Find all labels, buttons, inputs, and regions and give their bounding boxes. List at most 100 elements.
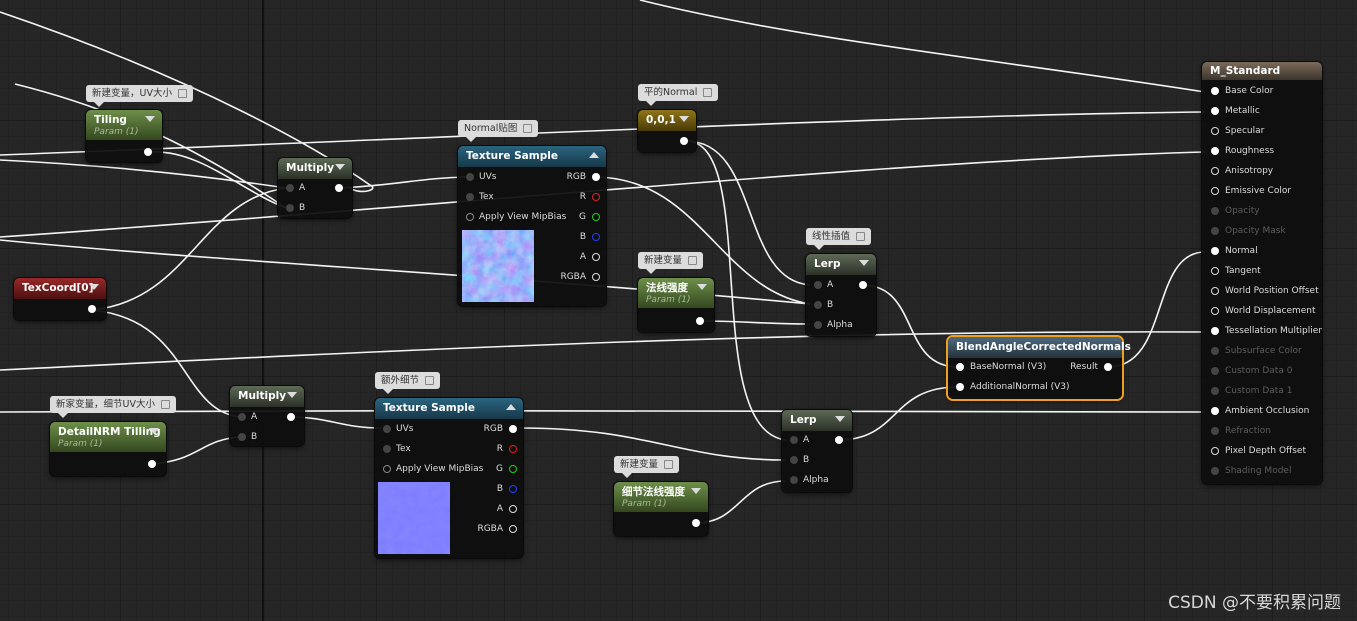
input-pin-b[interactable]	[286, 204, 294, 212]
input-pin[interactable]	[383, 445, 391, 453]
node-multiply[interactable]: Multiply A B	[230, 386, 304, 446]
node-header[interactable]: Lerp	[782, 410, 852, 431]
output-pin-g[interactable]	[509, 465, 517, 473]
output-pin[interactable]	[680, 137, 688, 145]
input-pin[interactable]	[466, 193, 474, 201]
node-header[interactable]: 法线强度 Param (1)	[638, 278, 714, 308]
material-input-pin[interactable]	[1211, 367, 1219, 375]
material-input-pin[interactable]	[1211, 447, 1219, 455]
input-pin-a[interactable]	[238, 413, 246, 421]
input-pin-base-normal[interactable]	[956, 363, 964, 371]
material-input-pin[interactable]	[1211, 387, 1219, 395]
collapse-arrow-icon[interactable]	[589, 152, 599, 158]
node-lerp[interactable]: Lerp A B Alpha	[806, 254, 876, 336]
node-multiply[interactable]: Multiply A B	[278, 158, 352, 218]
output-pin-b[interactable]	[509, 485, 517, 493]
collapse-arrow-icon[interactable]	[506, 404, 516, 410]
output-pin[interactable]	[148, 460, 156, 468]
collapse-arrow-icon[interactable]	[89, 284, 99, 290]
collapse-arrow-icon[interactable]	[335, 164, 345, 170]
output-pin-rgb[interactable]	[592, 173, 600, 181]
node-header[interactable]: TexCoord[0]	[14, 278, 106, 299]
input-pin-alpha[interactable]	[790, 476, 798, 484]
output-pin-r[interactable]	[592, 193, 600, 201]
input-pin[interactable]	[466, 173, 474, 181]
collapse-arrow-icon[interactable]	[697, 284, 707, 290]
pin-icon[interactable]	[856, 232, 866, 241]
input-pin-alpha[interactable]	[814, 321, 822, 329]
output-pin[interactable]	[696, 317, 704, 325]
collapse-arrow-icon[interactable]	[149, 428, 159, 434]
output-pin-rgba[interactable]	[592, 273, 600, 281]
node-header[interactable]: Texture Sample	[375, 398, 523, 419]
output-pin-g[interactable]	[592, 213, 600, 221]
output-pin[interactable]	[692, 519, 700, 527]
input-pin-additional-normal[interactable]	[956, 383, 964, 391]
output-pin[interactable]	[287, 413, 295, 421]
material-input-pin[interactable]	[1211, 327, 1219, 335]
output-pin-result[interactable]	[1104, 363, 1112, 371]
pin-icon[interactable]	[177, 89, 187, 98]
node-header[interactable]: 0,0,1	[638, 110, 696, 131]
material-input-pin[interactable]	[1211, 467, 1219, 475]
output-pin[interactable]	[835, 436, 843, 444]
material-input-pin[interactable]	[1211, 147, 1219, 155]
input-pin[interactable]	[383, 425, 391, 433]
material-input-pin[interactable]	[1211, 227, 1219, 235]
input-pin-b[interactable]	[814, 301, 822, 309]
collapse-arrow-icon[interactable]	[691, 488, 701, 494]
input-pin-b[interactable]	[238, 433, 246, 441]
input-pin-a[interactable]	[814, 281, 822, 289]
node-header[interactable]: Texture Sample	[458, 146, 606, 167]
collapse-arrow-icon[interactable]	[679, 116, 689, 122]
material-input-pin[interactable]	[1211, 167, 1219, 175]
node-header[interactable]: Lerp	[806, 254, 876, 275]
node-header[interactable]: M_Standard	[1202, 62, 1322, 80]
output-pin-a[interactable]	[509, 505, 517, 513]
node-header[interactable]: DetailNRM Tilling Param (1)	[50, 422, 166, 452]
pin-icon[interactable]	[523, 124, 533, 133]
node-material-output[interactable]: M_Standard Base Color Metallic Specular Rou…	[1202, 62, 1322, 484]
node-header[interactable]: 细节法线强度 Param (1)	[614, 482, 708, 512]
pin-icon[interactable]	[160, 400, 170, 409]
material-input-pin[interactable]	[1211, 207, 1219, 215]
input-pin-a[interactable]	[286, 184, 294, 192]
input-pin-a[interactable]	[790, 436, 798, 444]
collapse-arrow-icon[interactable]	[859, 260, 869, 266]
output-pin-a[interactable]	[592, 253, 600, 261]
input-pin-b[interactable]	[790, 456, 798, 464]
collapse-arrow-icon[interactable]	[835, 416, 845, 422]
output-pin[interactable]	[859, 281, 867, 289]
node-texture-sample[interactable]: Texture Sample UVs Tex Apply View MipBia…	[375, 398, 523, 558]
node-texcoord[interactable]: TexCoord[0]	[14, 278, 106, 320]
node-detail-normal-strength[interactable]: 细节法线强度 Param (1)	[614, 482, 708, 536]
output-pin[interactable]	[144, 148, 152, 156]
node-normal-strength[interactable]: 法线强度 Param (1)	[638, 278, 714, 332]
material-input-pin[interactable]	[1211, 427, 1219, 435]
node-header[interactable]: Multiply	[278, 158, 352, 179]
pin-icon[interactable]	[425, 376, 435, 385]
material-input-pin[interactable]	[1211, 347, 1219, 355]
pin-icon[interactable]	[664, 460, 674, 469]
output-pin[interactable]	[335, 184, 343, 192]
material-input-pin[interactable]	[1211, 267, 1219, 275]
node-constant-vector[interactable]: 0,0,1	[638, 110, 696, 152]
node-header[interactable]: Multiply	[230, 386, 304, 407]
material-input-pin[interactable]	[1211, 287, 1219, 295]
output-pin[interactable]	[88, 305, 96, 313]
output-pin-rgb[interactable]	[509, 425, 517, 433]
collapse-arrow-icon[interactable]	[287, 392, 297, 398]
material-input-pin[interactable]	[1211, 307, 1219, 315]
material-input-pin[interactable]	[1211, 127, 1219, 135]
material-input-pin[interactable]	[1211, 407, 1219, 415]
node-header[interactable]: Tiling Param (1)	[86, 110, 162, 140]
input-pin[interactable]	[383, 465, 391, 473]
input-pin[interactable]	[466, 213, 474, 221]
output-pin-rgba[interactable]	[509, 525, 517, 533]
node-tiling[interactable]: Tiling Param (1)	[86, 110, 162, 162]
material-input-pin[interactable]	[1211, 107, 1219, 115]
pin-icon[interactable]	[688, 256, 698, 265]
material-input-pin[interactable]	[1211, 187, 1219, 195]
material-input-pin[interactable]	[1211, 247, 1219, 255]
collapse-arrow-icon[interactable]	[145, 116, 155, 122]
